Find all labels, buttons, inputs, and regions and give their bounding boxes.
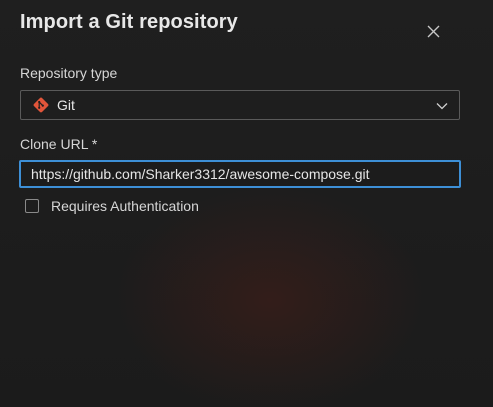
requires-authentication-label: Requires Authentication	[51, 198, 199, 214]
git-icon	[33, 97, 49, 113]
repository-type-value: Git	[57, 97, 75, 113]
requires-authentication-checkbox[interactable]	[25, 199, 39, 213]
repository-type-label: Repository type	[20, 65, 118, 81]
clone-url-input[interactable]	[19, 160, 461, 188]
dialog-title: Import a Git repository	[20, 11, 238, 33]
import-git-dialog: Import a Git repository Repository type …	[0, 0, 493, 407]
requires-authentication-option[interactable]: Requires Authentication	[25, 198, 199, 214]
clone-url-label: Clone URL *	[20, 136, 98, 152]
repository-type-select[interactable]: Git	[20, 90, 460, 120]
chevron-down-icon	[436, 103, 448, 110]
close-button[interactable]	[420, 18, 446, 44]
close-icon	[427, 25, 439, 37]
